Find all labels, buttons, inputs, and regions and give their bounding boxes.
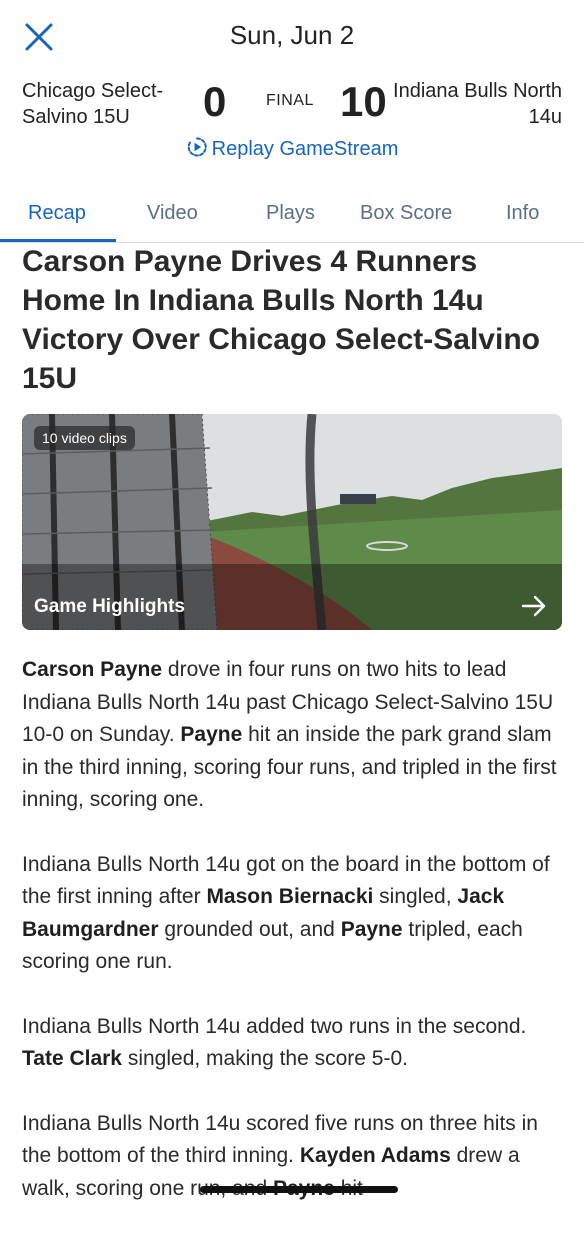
player-name[interactable]: Kayden Adams <box>300 1144 451 1167</box>
recap-paragraph: Indiana Bulls North 14u added two runs i… <box>22 1011 570 1076</box>
home-score: 10 <box>340 78 387 125</box>
player-name[interactable]: Tate Clark <box>22 1047 122 1070</box>
away-score: 0 <box>203 78 227 125</box>
recap-text: singled, <box>373 885 458 908</box>
video-title: Game Highlights <box>34 596 185 617</box>
top-bar: Sun, Jun 2 <box>0 0 584 72</box>
replay-play-icon <box>187 137 207 157</box>
home-team-name[interactable]: Indiana Bulls North 14u <box>392 78 562 130</box>
player-name[interactable]: Mason Biernacki <box>206 885 373 908</box>
away-team-name[interactable]: Chicago Select-Salvino 15U <box>22 78 192 130</box>
replay-label: Replay GameStream <box>211 138 399 160</box>
tab-bar: Recap Video Plays Box Score Info <box>0 188 584 243</box>
player-name[interactable]: Carson Payne <box>22 658 162 681</box>
tab-recap[interactable]: Recap <box>28 202 86 225</box>
tab-box-score[interactable]: Box Score <box>360 202 452 225</box>
video-clips-badge: 10 video clips <box>34 426 135 450</box>
arrow-right-icon <box>521 595 546 617</box>
recap-text: singled, making the score 5-0. <box>122 1047 408 1070</box>
recap-text: Indiana Bulls North 14u added two runs i… <box>22 1014 527 1038</box>
home-indicator <box>200 1186 398 1193</box>
tab-info[interactable]: Info <box>506 202 539 225</box>
game-highlights-video[interactable]: 10 video clips Game Highlights <box>22 414 562 630</box>
game-date: Sun, Jun 2 <box>229 20 355 50</box>
tab-plays[interactable]: Plays <box>266 202 315 225</box>
player-name[interactable]: Payne <box>180 723 242 746</box>
recap-body: Carson Payne drove in four runs on two h… <box>22 654 570 1237</box>
recap-headline: Carson Payne Drives 4 Runners Home In In… <box>22 245 540 395</box>
recap-paragraph: Carson Payne drove in four runs on two h… <box>22 654 570 817</box>
recap-text: grounded out, and <box>158 917 341 941</box>
recap-paragraph: Indiana Bulls North 14u got on the board… <box>22 849 570 979</box>
player-name[interactable]: Payne <box>341 918 403 941</box>
tab-video[interactable]: Video <box>147 202 198 225</box>
game-status: FINAL <box>266 92 314 109</box>
replay-gamestream-link[interactable]: Replay GameStream <box>0 136 584 161</box>
